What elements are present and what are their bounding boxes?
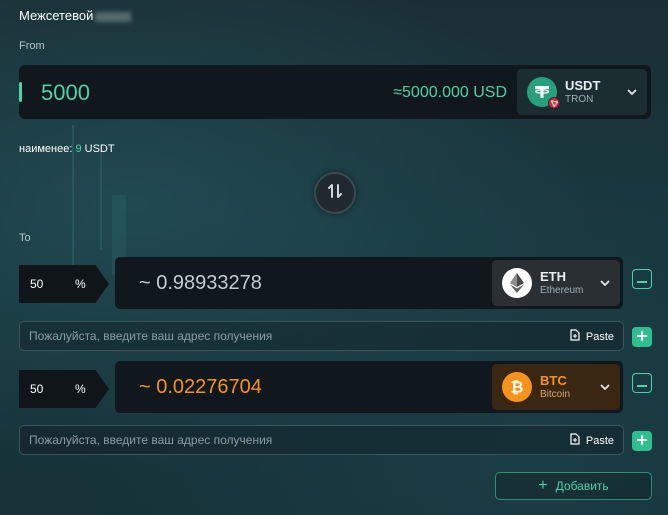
to-amount: ~ 0.02276704 — [139, 376, 262, 398]
to-amount: ~ 0.98933278 — [139, 272, 262, 294]
from-token-selector[interactable]: USDT TRON — [517, 69, 647, 115]
minimum-value: 9 — [75, 143, 82, 155]
from-amount-panel: 5000 ≈5000.000 USD USDT TRON — [19, 65, 651, 119]
blurred-text — [95, 11, 132, 22]
to-token-symbol: BTC — [540, 373, 567, 389]
minus-icon — [637, 374, 647, 392]
paste-button[interactable]: Paste — [570, 329, 614, 344]
svg-text:₿: ₿ — [510, 378, 523, 396]
to-token-selector[interactable]: ETH Ethereum — [492, 260, 620, 306]
add-address-button[interactable] — [632, 327, 652, 347]
plus-icon — [637, 328, 647, 346]
swap-direction-button[interactable] — [314, 172, 356, 214]
to-label: To — [19, 232, 31, 244]
paste-button[interactable]: Paste — [570, 433, 614, 448]
from-label: From — [19, 40, 45, 52]
percent-input[interactable]: 50 % — [19, 265, 109, 303]
paste-icon — [570, 329, 580, 344]
minimum-amount: наименее: 9 USDT — [19, 143, 115, 155]
to-token-network: Ethereum — [540, 284, 584, 296]
chevron-down-icon — [600, 277, 610, 289]
minimum-unit: USDT — [84, 143, 115, 155]
chevron-down-icon — [627, 86, 637, 98]
background-decoration — [100, 150, 102, 250]
add-button-label: Добавить — [555, 479, 609, 493]
chevron-down-icon — [600, 381, 610, 393]
remove-row-button[interactable] — [632, 269, 652, 289]
ethereum-icon — [502, 268, 532, 298]
percent-value: 50 — [30, 277, 44, 291]
address-field: Paste — [19, 425, 624, 455]
text-cursor — [19, 82, 22, 102]
bitcoin-icon: ₿ — [502, 372, 532, 402]
plus-icon: + — [538, 477, 548, 494]
percent-value: 50 — [30, 382, 44, 396]
to-amount-panel: ~ 0.02276704 ₿ BTC Bitcoin — [115, 361, 623, 413]
from-amount-input[interactable]: 5000 — [41, 80, 90, 106]
address-field: Paste — [19, 321, 624, 351]
to-token-symbol: ETH — [540, 269, 566, 285]
paste-label: Paste — [585, 434, 614, 447]
page-title-text: Межсетевой — [19, 8, 94, 23]
address-input[interactable] — [29, 329, 449, 343]
paste-label: Paste — [585, 330, 614, 343]
minus-icon — [637, 270, 647, 288]
paste-icon — [570, 433, 580, 448]
to-amount-panel: ~ 0.98933278 ETH Ethereum — [115, 257, 623, 309]
address-input[interactable] — [29, 433, 449, 447]
usdt-tron-icon — [527, 77, 560, 109]
from-token-symbol: USDT — [565, 78, 601, 94]
tron-badge-icon — [548, 97, 560, 109]
to-token-network: Bitcoin — [540, 388, 571, 400]
to-token-selector[interactable]: ₿ BTC Bitcoin — [492, 364, 620, 410]
add-recipient-button[interactable]: + Добавить — [495, 472, 652, 500]
page-title: Межсетевой — [19, 8, 132, 23]
swap-arrows-icon — [327, 183, 343, 204]
add-address-button[interactable] — [632, 431, 652, 451]
percent-sign: % — [75, 382, 86, 396]
remove-row-button[interactable] — [632, 373, 652, 393]
minimum-label: наименее: — [19, 143, 73, 155]
usd-equivalent: ≈5000.000 USD — [393, 84, 507, 101]
percent-input[interactable]: 50 % — [19, 370, 109, 408]
plus-icon — [637, 432, 647, 450]
percent-sign: % — [75, 277, 86, 291]
from-token-network: TRON — [565, 93, 594, 105]
